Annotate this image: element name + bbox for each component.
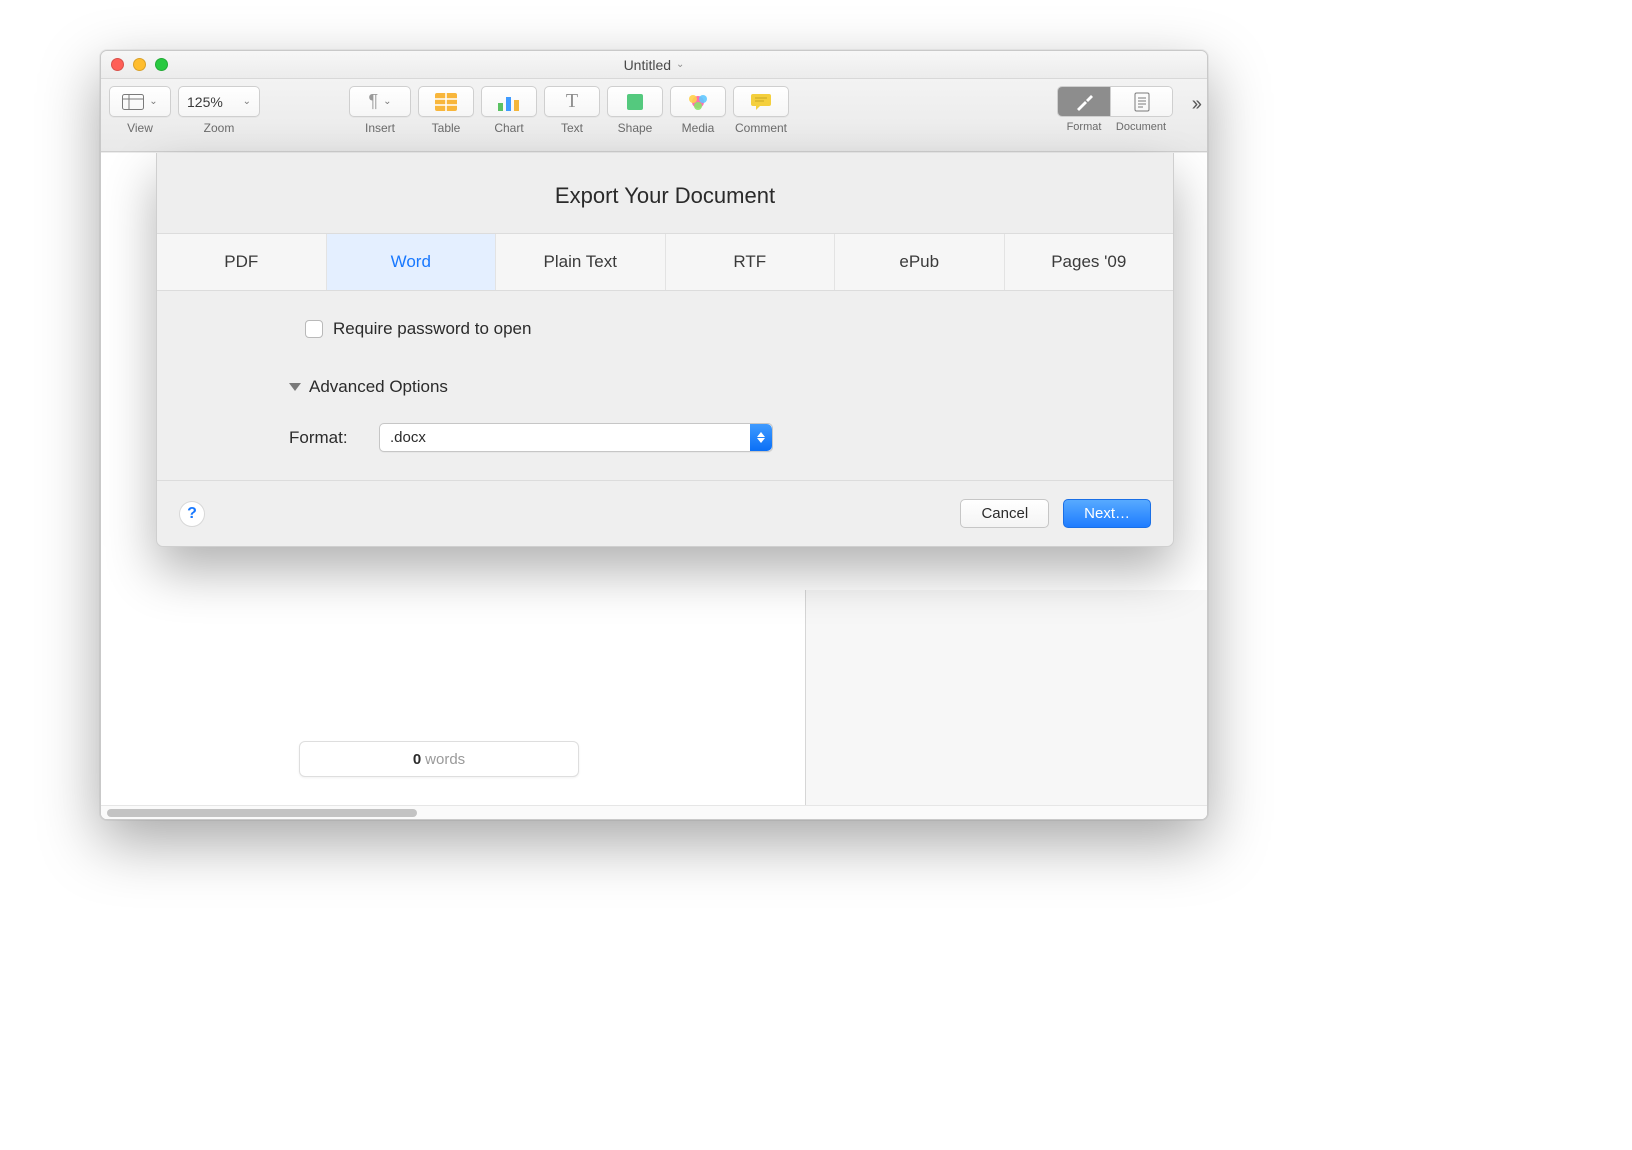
text-label: Text (561, 121, 583, 135)
text-button[interactable]: T (544, 86, 600, 117)
toolbar-group-shape: Shape (607, 86, 663, 135)
chevron-double-right-icon: ›› (1192, 93, 1199, 116)
toolbar-group-inspector: Format Document (1057, 86, 1173, 133)
traffic-lights (111, 58, 168, 71)
comment-icon (750, 93, 772, 111)
sheet-title: Export Your Document (157, 153, 1173, 233)
media-label: Media (682, 121, 715, 135)
export-tabs: PDF Word Plain Text RTF ePub Pages '09 (157, 233, 1173, 291)
advanced-options-disclosure[interactable]: Advanced Options (289, 377, 1113, 397)
toolbar-group-media: Media (670, 86, 726, 135)
tab-word[interactable]: Word (326, 234, 496, 290)
chevron-down-icon: ⌄ (383, 96, 391, 107)
cancel-button[interactable]: Cancel (960, 499, 1049, 528)
comment-button[interactable] (733, 86, 789, 117)
chart-icon (497, 93, 521, 111)
shape-icon (625, 92, 645, 112)
zoom-label: Zoom (204, 121, 235, 135)
help-button[interactable]: ? (179, 501, 205, 527)
require-password-checkbox[interactable] (305, 320, 323, 338)
toolbar-group-zoom: 125% ⌄ Zoom (178, 86, 260, 135)
sheet-body: Require password to open Advanced Option… (157, 291, 1173, 480)
document-tab[interactable] (1110, 87, 1172, 116)
text-icon: T (566, 90, 578, 113)
toolbar: ⌄ View 125% ⌄ Zoom ¶ ⌄ Insert (101, 79, 1207, 152)
tab-plain-text[interactable]: Plain Text (495, 234, 665, 290)
document-icon (1134, 92, 1150, 112)
export-sheet: Export Your Document PDF Word Plain Text… (156, 153, 1174, 547)
zoom-button[interactable]: 125% ⌄ (178, 86, 260, 117)
toolbar-group-comment: Comment (733, 86, 789, 135)
view-panel-icon (122, 94, 144, 110)
next-button[interactable]: Next… (1063, 499, 1151, 528)
window-title-text: Untitled (624, 57, 671, 73)
toolbar-group-insert: ¶ ⌄ Insert (349, 86, 411, 135)
tab-rtf[interactable]: RTF (665, 234, 835, 290)
table-button[interactable] (418, 86, 474, 117)
tab-pdf[interactable]: PDF (157, 234, 326, 290)
format-row: Format: .docx (289, 423, 1113, 452)
format-popup[interactable]: .docx (379, 423, 773, 452)
document-label: Document (1110, 121, 1172, 133)
view-label: View (127, 121, 153, 135)
toolbar-group-view: ⌄ View (109, 86, 171, 135)
format-value: .docx (380, 429, 426, 446)
toolbar-group-table: Table (418, 86, 474, 135)
format-tab[interactable] (1058, 87, 1110, 116)
require-password-label: Require password to open (333, 319, 531, 339)
chevron-down-icon: ⌄ (243, 96, 251, 107)
insert-button[interactable]: ¶ ⌄ (349, 86, 411, 117)
help-icon: ? (187, 505, 197, 523)
sheet-footer: ? Cancel Next… (157, 480, 1173, 546)
shape-button[interactable] (607, 86, 663, 117)
paintbrush-icon (1073, 92, 1095, 112)
close-window-button[interactable] (111, 58, 124, 71)
chart-label: Chart (494, 121, 523, 135)
format-label: Format (1058, 121, 1110, 133)
advanced-options-label: Advanced Options (309, 377, 448, 397)
table-icon (435, 93, 457, 111)
wordcount-pill[interactable]: 0 words (299, 741, 579, 777)
table-label: Table (432, 121, 461, 135)
wordcount-number: 0 (413, 751, 421, 768)
chevron-down-icon: ⌄ (676, 59, 684, 70)
pilcrow-icon: ¶ (368, 91, 378, 112)
media-icon (687, 91, 709, 113)
chevron-down-icon: ⌄ (149, 96, 157, 107)
media-button[interactable] (670, 86, 726, 117)
disclosure-triangle-icon (289, 383, 301, 391)
tab-epub[interactable]: ePub (834, 234, 1004, 290)
view-button[interactable]: ⌄ (109, 86, 171, 117)
inspector-panel (805, 590, 1207, 819)
titlebar: Untitled ⌄ (101, 51, 1207, 79)
tab-pages09[interactable]: Pages '09 (1004, 234, 1174, 290)
minimize-window-button[interactable] (133, 58, 146, 71)
scrollbar-thumb[interactable] (107, 809, 417, 817)
insert-label: Insert (365, 121, 395, 135)
toolbar-group-chart: Chart (481, 86, 537, 135)
window-title[interactable]: Untitled ⌄ (101, 57, 1207, 73)
wordcount-unit: words (425, 751, 465, 768)
maximize-window-button[interactable] (155, 58, 168, 71)
popup-arrows-icon (750, 424, 772, 451)
format-label: Format: (289, 428, 365, 448)
require-password-row: Require password to open (305, 319, 1113, 339)
toolbar-group-text: T Text (544, 86, 600, 135)
zoom-value: 125% (187, 94, 223, 110)
inspector-segmented (1057, 86, 1173, 117)
app-window: Untitled ⌄ ⌄ View 125% ⌄ (100, 50, 1208, 820)
chart-button[interactable] (481, 86, 537, 117)
toolbar-overflow-button[interactable]: ›› (1192, 93, 1199, 116)
comment-label: Comment (735, 121, 787, 135)
horizontal-scrollbar[interactable] (101, 805, 1207, 819)
shape-label: Shape (618, 121, 653, 135)
